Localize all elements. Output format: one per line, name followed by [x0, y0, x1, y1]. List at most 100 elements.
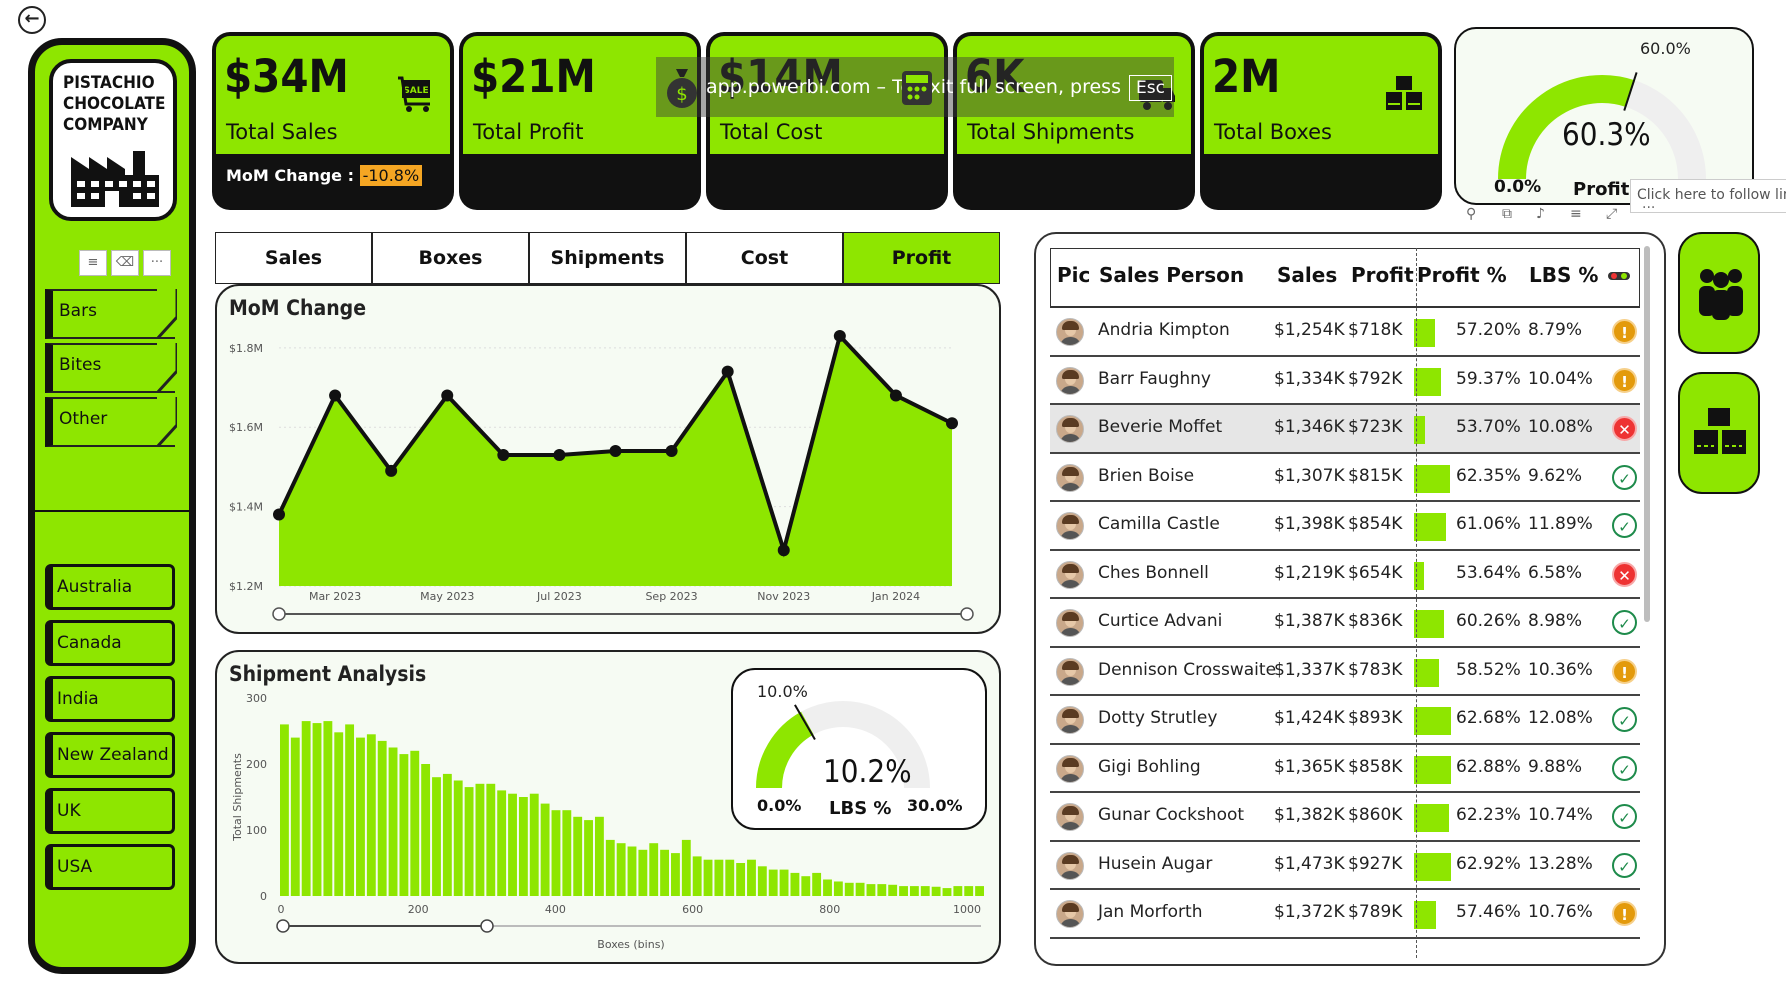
histogram-bar	[638, 849, 648, 896]
histogram-bar	[334, 732, 344, 896]
tab-label: Shipments	[550, 247, 665, 269]
table-row[interactable]: Husein Augar $1,473K $927K 62.92% 13.28%…	[1050, 842, 1640, 890]
profit-pct-bar	[1414, 658, 1439, 687]
table-row[interactable]: Camilla Castle $1,398K $854K 61.06% 11.8…	[1050, 502, 1640, 551]
table-scrollbar[interactable]	[1644, 246, 1650, 622]
histogram-bar	[453, 780, 463, 896]
histogram-bar	[877, 884, 887, 896]
table-row[interactable]: Gunar Cockshoot $1,382K $860K 62.23% 10.…	[1050, 793, 1640, 842]
more-options-icon[interactable]: ···	[1642, 200, 1655, 216]
cell-profit-pct: 61.06%	[1456, 514, 1521, 534]
range-slider-handle-end	[480, 919, 494, 933]
table-row[interactable]: Curtice Advani $1,387K $836K 60.26% 8.98…	[1050, 599, 1640, 648]
header-profit-pct[interactable]: Profit %	[1417, 249, 1507, 307]
cell-sales-person: Barr Faughny	[1098, 368, 1211, 389]
header-profit[interactable]: Profit	[1351, 249, 1414, 307]
country-new-zealand-button[interactable]: New Zealand	[45, 732, 175, 778]
focus-mode-icon[interactable]: ⤢	[1606, 206, 1617, 222]
cell-sales: $1,219K	[1274, 562, 1345, 583]
data-point	[273, 508, 285, 521]
category-bars-button[interactable]: Bars	[45, 289, 177, 339]
country-india-button[interactable]: India	[45, 676, 175, 722]
kpi-label: Total Shipments	[967, 120, 1135, 144]
bell-icon[interactable]: ♪	[1536, 206, 1545, 222]
histogram-bar	[899, 886, 908, 896]
filter-icon[interactable]: ≡	[1570, 206, 1582, 222]
histogram-bar	[757, 866, 767, 896]
country-australia-button[interactable]: Australia	[45, 564, 175, 610]
back-arrow-icon[interactable]: ←	[18, 6, 46, 34]
table-row[interactable]: Brien Boise $1,307K $815K 62.35% 9.62% ✓	[1050, 454, 1640, 502]
cell-sales-person: Brien Boise	[1098, 465, 1195, 486]
more-icon[interactable]: ···	[143, 250, 171, 276]
histogram-bar	[301, 721, 311, 896]
fullscreen-notice: $ app.powerbi.com – To exit full screen,…	[656, 57, 1174, 117]
cell-lbs-pct: 8.79%	[1528, 320, 1583, 340]
table-row[interactable]: Dennison Crosswaite $1,337K $783K 58.52%…	[1050, 648, 1640, 696]
table-row[interactable]: Beverie Moffet $1,346K $723K 53.70% 10.0…	[1050, 405, 1640, 454]
histogram-bar	[584, 820, 593, 896]
header-pic[interactable]: Pic	[1057, 249, 1090, 307]
y-tick-label: 200	[246, 758, 267, 771]
sales-person-table: Pic Sales Person Sales Profit Profit % L…	[1050, 248, 1640, 948]
cell-profit-pct: 53.64%	[1456, 562, 1521, 583]
boxes-view-button[interactable]	[1678, 372, 1760, 494]
tab-profit[interactable]: Profit	[843, 232, 1000, 284]
svg-text:SALE: SALE	[403, 86, 428, 96]
table-row[interactable]: Jan Morforth $1,372K $789K 57.46% 10.76%…	[1050, 890, 1640, 939]
sales-team-button[interactable]	[1678, 232, 1760, 354]
tab-boxes[interactable]: Boxes	[372, 232, 529, 284]
kpi-label: Total Sales	[226, 120, 338, 144]
histogram-bar	[855, 882, 865, 896]
pin-icon[interactable]: ⚲	[1466, 206, 1476, 222]
category-other-button[interactable]: Other	[45, 397, 177, 447]
table-row[interactable]: Dotty Strutley $1,424K $893K 62.68% 12.0…	[1050, 696, 1640, 745]
cell-lbs-pct: 8.98%	[1528, 611, 1583, 631]
copy-icon[interactable]: ⧉	[1502, 206, 1512, 222]
table-row[interactable]: Ches Bonnell $1,219K $654K 53.64% 6.58% …	[1050, 551, 1640, 599]
histogram-bar	[649, 843, 659, 896]
histogram-bar	[518, 797, 528, 896]
header-sales-person[interactable]: Sales Person	[1099, 249, 1244, 307]
x-tick-label: 600	[682, 903, 703, 916]
profit-gauge-min: 0.0%	[1494, 177, 1542, 197]
eraser-icon[interactable]: ⌫	[111, 250, 139, 276]
kpi-value: $21M	[471, 50, 596, 103]
cell-profit: $654K	[1348, 562, 1403, 583]
status-ok-icon: ✓	[1612, 804, 1637, 829]
table-row[interactable]: Andria Kimpton $1,254K $718K 57.20% 8.79…	[1050, 308, 1640, 357]
tab-label: Profit	[891, 247, 952, 269]
country-usa-button[interactable]: USA	[45, 844, 175, 890]
country-canada-button[interactable]: Canada	[45, 620, 175, 666]
histogram-bar	[562, 810, 572, 896]
x-tick-label: May 2023	[420, 590, 474, 603]
filter-icon[interactable]: ≡	[79, 250, 107, 276]
cell-lbs-pct: 10.08%	[1528, 417, 1593, 437]
x-tick-label: 800	[819, 903, 840, 916]
histogram-bar	[953, 886, 963, 896]
kpi-total-boxes: 2M Total Boxes	[1200, 32, 1442, 210]
cell-sales: $1,382K	[1274, 805, 1345, 825]
tab-cost[interactable]: Cost	[686, 232, 843, 284]
header-sales[interactable]: Sales	[1277, 249, 1337, 307]
header-lbs-pct[interactable]: LBS %	[1529, 249, 1598, 307]
data-point	[889, 389, 902, 402]
cell-sales: $1,346K	[1274, 417, 1345, 437]
brand-line-3: COMPANY	[63, 115, 148, 135]
status-ok-icon: ✓	[1612, 513, 1637, 538]
histogram-bar	[388, 747, 398, 896]
category-bites-button[interactable]: Bites	[45, 343, 177, 393]
x-tick-label: Mar 2023	[309, 590, 361, 603]
table-row[interactable]: Barr Faughny $1,334K $792K 59.37% 10.04%…	[1050, 357, 1640, 405]
histogram-bar	[714, 859, 724, 896]
tab-shipments[interactable]: Shipments	[529, 232, 686, 284]
avatar	[1056, 803, 1084, 831]
table-row[interactable]: Gigi Bohling $1,365K $858K 62.88% 9.88% …	[1050, 745, 1640, 793]
mom-change-value: -10.8%	[359, 165, 423, 186]
tab-sales[interactable]: Sales	[215, 232, 372, 284]
cell-profit: $783K	[1348, 659, 1403, 680]
country-uk-button[interactable]: UK	[45, 788, 175, 834]
mom-change-row: MoM Change : -10.8%	[226, 165, 423, 186]
status-ok-icon: ✓	[1612, 755, 1637, 781]
histogram-bar	[909, 886, 919, 896]
